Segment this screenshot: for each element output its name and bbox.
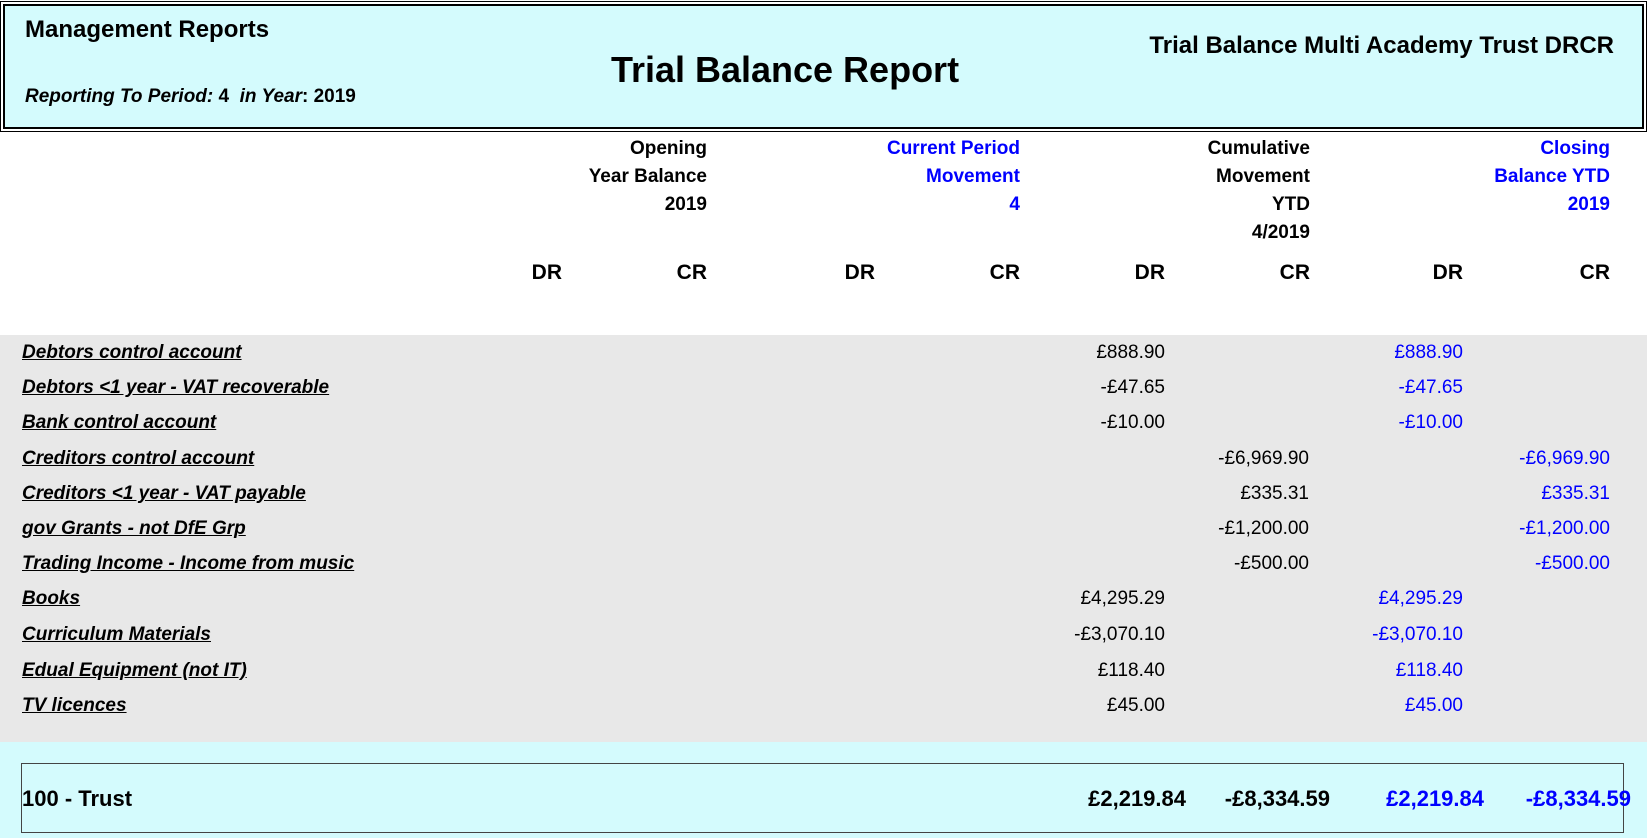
- cumulative-dr-value: £4,295.29: [1080, 588, 1165, 609]
- closing-dr-value: -£10.00: [1398, 412, 1463, 433]
- cumulative-cr-value: -£500.00: [1233, 553, 1309, 574]
- cumulative-dr-value: £888.90: [1096, 342, 1165, 363]
- opening-dr-header: DR: [531, 261, 562, 284]
- year-label: in Year: [239, 86, 302, 107]
- table-row: Debtors control account £888.90 £888.90: [0, 335, 1647, 372]
- table-row: Books £4,295.29 £4,295.29: [0, 581, 1647, 618]
- report-header: Management Reports Reporting To Period: …: [0, 1, 1647, 132]
- closing-balance-header: Closing Balance YTD 2019: [1494, 138, 1610, 215]
- closing-dr-value: £888.90: [1394, 342, 1463, 363]
- total-closing-cr: -£8,334.59: [1525, 786, 1631, 811]
- account-link[interactable]: TV licences: [22, 695, 127, 717]
- cumulative-movement-header: Cumulative Movement YTD 4/2019: [1207, 138, 1310, 243]
- total-label: 100 - Trust: [22, 786, 133, 811]
- account-link[interactable]: Creditors control account: [22, 448, 254, 470]
- table-row: Creditors <1 year - VAT payable £335.31 …: [0, 476, 1647, 513]
- closing-dr-value: £4,295.29: [1378, 588, 1463, 609]
- opening-balance-header: Opening Year Balance 2019: [588, 138, 707, 215]
- closing-cr-value: £335.31: [1541, 483, 1610, 504]
- year-value: 2019: [313, 86, 356, 107]
- table-row: Trading Income - Income from music -£500…: [0, 546, 1647, 583]
- entity-title: Trial Balance Multi Academy Trust DRCR: [1149, 32, 1614, 59]
- current-dr-header: DR: [844, 261, 875, 284]
- table-row: Edual Equipment (not IT) £118.40 £118.40: [0, 653, 1647, 690]
- account-link[interactable]: Bank control account: [22, 412, 216, 434]
- current-period-header: Current Period Movement 4: [886, 138, 1020, 215]
- cumulative-dr-header: DR: [1134, 261, 1165, 284]
- period-label: Reporting To Period:: [25, 86, 214, 107]
- total-cumulative-cr: -£8,334.59: [1224, 786, 1330, 811]
- account-link[interactable]: Books: [22, 588, 80, 610]
- account-rows: Debtors control account £888.90 £888.90 …: [0, 335, 1647, 742]
- cumulative-dr-value: -£3,070.10: [1074, 624, 1165, 645]
- table-row: Creditors control account -£6,969.90 -£6…: [0, 441, 1647, 478]
- account-link[interactable]: gov Grants - not DfE Grp: [22, 518, 246, 540]
- table-row: TV licences £45.00 £45.00: [0, 688, 1647, 725]
- cumulative-cr-header: CR: [1279, 261, 1310, 284]
- closing-dr-value: £118.40: [1395, 660, 1463, 681]
- opening-cr-header: CR: [676, 261, 707, 284]
- closing-cr-value: -£500.00: [1534, 553, 1610, 574]
- closing-cr-value: -£6,969.90: [1519, 448, 1610, 469]
- cumulative-cr-value: -£6,969.90: [1218, 448, 1309, 469]
- closing-dr-value: -£47.65: [1398, 377, 1463, 398]
- table-row: Bank control account -£10.00 -£10.00: [0, 405, 1647, 442]
- current-cr-header: CR: [989, 261, 1020, 284]
- closing-dr-header: DR: [1432, 261, 1463, 284]
- table-row: Debtors <1 year - VAT recoverable -£47.6…: [0, 370, 1647, 407]
- account-link[interactable]: Debtors control account: [22, 342, 242, 364]
- cumulative-cr-value: -£1,200.00: [1218, 518, 1309, 539]
- closing-cr-value: -£1,200.00: [1519, 518, 1610, 539]
- account-link[interactable]: Creditors <1 year - VAT payable: [22, 483, 306, 505]
- cumulative-dr-value: £45.00: [1106, 695, 1165, 716]
- cumulative-dr-value: -£47.65: [1100, 377, 1165, 398]
- closing-cr-header: CR: [1579, 261, 1610, 284]
- table-row: Curriculum Materials -£3,070.10 -£3,070.…: [0, 617, 1647, 654]
- totals-section: 100 - Trust £2,219.84 -£8,334.59 £2,219.…: [0, 742, 1647, 838]
- cumulative-cr-value: £335.31: [1240, 483, 1309, 504]
- total-closing-dr: £2,219.84: [1386, 786, 1484, 811]
- account-link[interactable]: Trading Income - Income from music: [22, 553, 354, 575]
- report-title: Trial Balance Report: [610, 49, 960, 90]
- total-row: 100 - Trust £2,219.84 -£8,334.59 £2,219.…: [21, 763, 1631, 833]
- account-link[interactable]: Edual Equipment (not IT): [22, 660, 247, 682]
- closing-dr-value: £45.00: [1404, 695, 1463, 716]
- closing-dr-value: -£3,070.10: [1372, 624, 1463, 645]
- table-row: gov Grants - not DfE Grp -£1,200.00 -£1,…: [0, 511, 1647, 548]
- reporting-period: Reporting To Period: 4 in Year: 2019: [25, 86, 356, 107]
- cumulative-dr-value: -£10.00: [1100, 412, 1165, 433]
- cumulative-dr-value: £118.40: [1097, 660, 1165, 681]
- management-reports-title: Management Reports: [25, 16, 270, 43]
- period-value: 4: [218, 86, 230, 107]
- account-link[interactable]: Curriculum Materials: [22, 624, 211, 646]
- account-link[interactable]: Debtors <1 year - VAT recoverable: [22, 377, 329, 399]
